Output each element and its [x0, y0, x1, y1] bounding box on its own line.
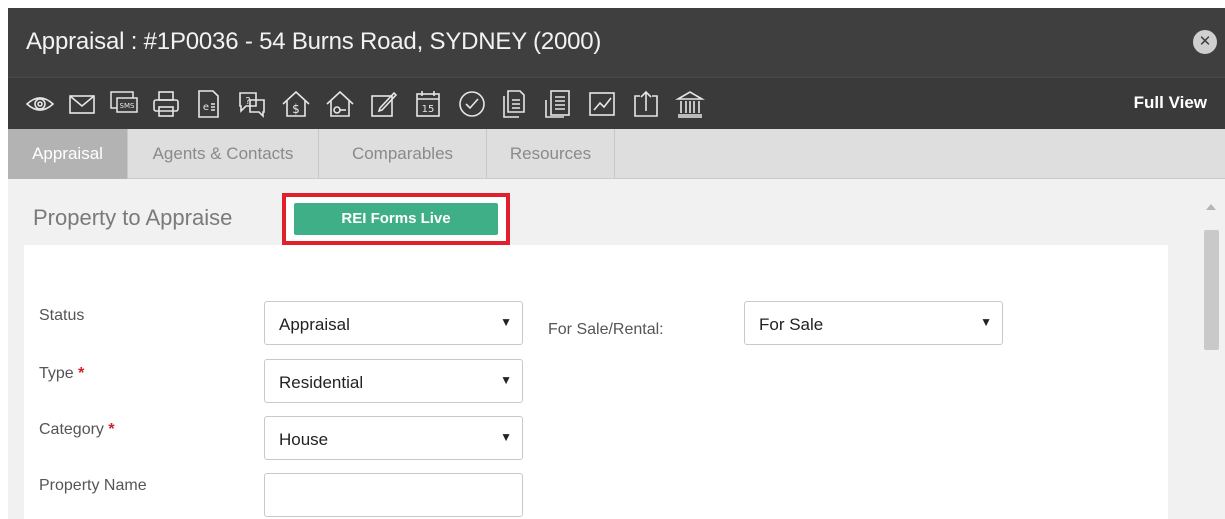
close-icon[interactable]: ✕ — [1193, 30, 1217, 54]
svg-text:$: $ — [292, 102, 300, 116]
chevron-down-icon: ▼ — [980, 315, 992, 329]
type-label-text: Type — [39, 365, 74, 382]
eye-icon[interactable] — [24, 88, 56, 120]
tab-comparables[interactable]: Comparables — [319, 129, 487, 179]
edit-note-icon[interactable] — [368, 88, 400, 120]
content-area: Property to Appraise REI Forms Live Stat… — [8, 179, 1198, 519]
chevron-down-icon: ▼ — [500, 430, 512, 444]
status-value: Appraisal — [279, 315, 350, 334]
title-bar: Appraisal : #1P0036 - 54 Burns Road, SYD… — [8, 8, 1225, 77]
type-label: Type * — [39, 365, 84, 383]
highlight-frame: REI Forms Live — [282, 193, 510, 245]
upload-icon[interactable] — [630, 88, 662, 120]
checkmark-circle-icon[interactable] — [456, 88, 488, 120]
house-key-icon[interactable] — [324, 88, 356, 120]
tab-bar: Appraisal Agents & Contacts Comparables … — [8, 129, 1225, 179]
report-icon[interactable] — [542, 88, 574, 120]
e-document-icon[interactable]: e — [192, 88, 224, 120]
svg-text:e: e — [203, 102, 209, 113]
section-title: Property to Appraise — [33, 205, 233, 230]
calendar-icon[interactable]: 15 — [412, 88, 444, 120]
type-select[interactable]: Residential ▼ — [264, 359, 523, 403]
required-mark: * — [108, 421, 115, 438]
sale-rental-value: For Sale — [759, 315, 824, 334]
property-form: Status Appraisal ▼ For Sale/Rental: For … — [24, 245, 1168, 519]
chevron-down-icon: ▼ — [500, 373, 512, 387]
rei-forms-live-button[interactable]: REI Forms Live — [294, 203, 498, 235]
tab-agents-contacts[interactable]: Agents & Contacts — [128, 129, 319, 179]
category-value: House — [279, 430, 329, 449]
bank-icon[interactable] — [674, 88, 706, 120]
scroll-up-arrow-icon[interactable] — [1206, 204, 1216, 210]
sms-label: SMS — [120, 102, 135, 110]
window-title: Appraisal : #1P0036 - 54 Burns Road, SYD… — [26, 28, 602, 55]
calendar-day: 15 — [422, 104, 435, 115]
toolbar: SMS e ? $ 15 Full View — [8, 77, 1225, 129]
scrollbar-thumb[interactable] — [1204, 230, 1219, 350]
category-label: Category * — [39, 421, 115, 439]
documents-icon[interactable] — [498, 88, 530, 120]
full-view-button[interactable]: Full View — [1134, 93, 1207, 113]
sale-rental-select[interactable]: For Sale ▼ — [744, 301, 1003, 345]
category-select[interactable]: House ▼ — [264, 416, 523, 460]
appraisal-window: Appraisal : #1P0036 - 54 Burns Road, SYD… — [8, 8, 1225, 519]
tab-resources[interactable]: Resources — [487, 129, 615, 179]
required-mark: * — [78, 365, 85, 382]
status-label: Status — [39, 307, 85, 324]
sale-rental-label: For Sale/Rental: — [548, 321, 664, 338]
sms-icon[interactable]: SMS — [108, 88, 140, 120]
category-label-text: Category — [39, 421, 104, 438]
svg-text:?: ? — [245, 96, 250, 107]
house-dollar-icon[interactable]: $ — [280, 88, 312, 120]
type-value: Residential — [279, 373, 364, 392]
property-name-label: Property Name — [39, 477, 147, 494]
chevron-down-icon: ▼ — [500, 315, 512, 329]
envelope-icon[interactable] — [66, 88, 98, 120]
tab-appraisal[interactable]: Appraisal — [8, 129, 128, 179]
chart-icon[interactable] — [586, 88, 618, 120]
vertical-scrollbar[interactable] — [1198, 179, 1225, 519]
status-select[interactable]: Appraisal ▼ — [264, 301, 523, 345]
questions-icon[interactable]: ? — [236, 88, 268, 120]
print-icon[interactable] — [150, 88, 182, 120]
property-name-input[interactable] — [264, 473, 523, 517]
